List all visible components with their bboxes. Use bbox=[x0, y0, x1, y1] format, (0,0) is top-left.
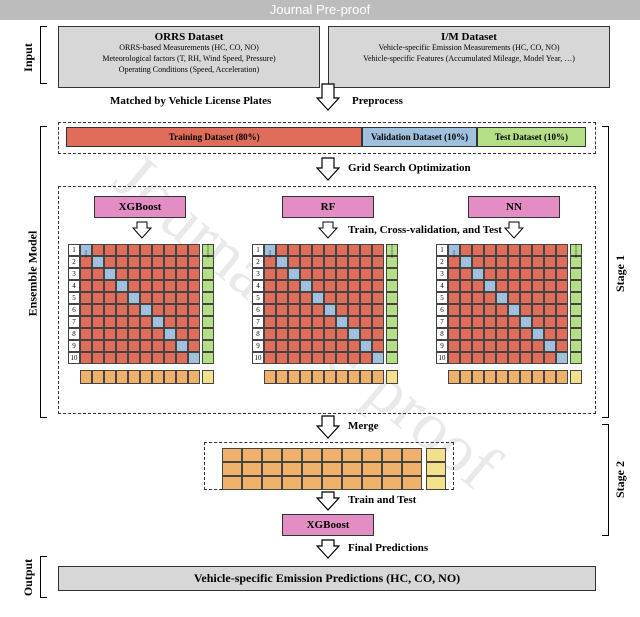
label-train: Train and Test bbox=[348, 494, 416, 506]
bracket-stage2 bbox=[602, 424, 609, 536]
kfold-nn: 12345678910 bbox=[436, 244, 582, 384]
kfold-rf: 12345678910 bbox=[252, 244, 398, 384]
card-im-title: I/M Dataset bbox=[335, 31, 603, 43]
merged-matrix bbox=[222, 448, 446, 490]
card-orrs-title: ORRS Dataset bbox=[65, 31, 313, 43]
label-ensemble: Ensemble Model bbox=[25, 231, 40, 317]
label-final: Final Predictions bbox=[348, 542, 428, 554]
label-output: Output bbox=[21, 559, 36, 596]
card-orrs-l2: Meteorological factors (T, RH, Wind Spee… bbox=[65, 54, 313, 65]
label-input: Input bbox=[21, 43, 36, 72]
arrow-rf bbox=[318, 220, 338, 240]
label-stage1: Stage 1 bbox=[613, 255, 628, 292]
arrow-merge bbox=[316, 414, 340, 440]
arrow-down-1 bbox=[316, 82, 340, 112]
bracket-input bbox=[40, 26, 47, 84]
card-im: I/M Dataset Vehicle-specific Emission Me… bbox=[328, 26, 610, 88]
label-match: Matched by Vehicle License Plates bbox=[110, 95, 271, 107]
card-im-l2: Vehicle-specific Features (Accumulated M… bbox=[335, 54, 603, 65]
arrow-down-2 bbox=[316, 156, 340, 182]
algo-xgb2: XGBoost bbox=[282, 514, 374, 536]
split-train: Training Dataset (80%) bbox=[66, 127, 362, 147]
algo-nn: NN bbox=[468, 196, 560, 218]
header-bar: Journal Pre-proof bbox=[0, 0, 640, 20]
split-test: Test Dataset (10%) bbox=[477, 127, 586, 147]
bracket-stage1 bbox=[602, 126, 609, 418]
card-im-l1: Vehicle-specific Emission Measurements (… bbox=[335, 43, 603, 54]
output-bar: Vehicle-specific Emission Predictions (H… bbox=[58, 566, 596, 591]
card-orrs-body: ORRS-based Measurements (HC, CO, NO) Met… bbox=[65, 43, 313, 75]
arrow-final bbox=[316, 538, 340, 560]
split-val: Validation Dataset (10%) bbox=[362, 127, 476, 147]
label-stage2: Stage 2 bbox=[613, 461, 628, 498]
algo-rf: RF bbox=[282, 196, 374, 218]
bracket-output bbox=[40, 556, 47, 598]
label-preprocess: Preprocess bbox=[352, 95, 403, 107]
kfold-xgb: 12345678910 bbox=[68, 244, 214, 384]
card-im-body: Vehicle-specific Emission Measurements (… bbox=[335, 43, 603, 65]
card-orrs-l3: Operating Conditions (Speed, Acceleratio… bbox=[65, 65, 313, 76]
arrow-xgb bbox=[132, 220, 152, 240]
algo-xgb: XGBoost bbox=[94, 196, 186, 218]
label-merge: Merge bbox=[348, 420, 379, 432]
bracket-ensemble bbox=[40, 126, 47, 418]
arrow-nn bbox=[504, 220, 524, 240]
arrow-train bbox=[316, 490, 340, 512]
label-gridsearch: Grid Search Optimization bbox=[348, 162, 471, 174]
card-orrs-l1: ORRS-based Measurements (HC, CO, NO) bbox=[65, 43, 313, 54]
card-orrs: ORRS Dataset ORRS-based Measurements (HC… bbox=[58, 26, 320, 88]
label-tct: Train, Cross-validation, and Test bbox=[348, 224, 502, 236]
split-bar: Training Dataset (80%) Validation Datase… bbox=[66, 127, 586, 147]
